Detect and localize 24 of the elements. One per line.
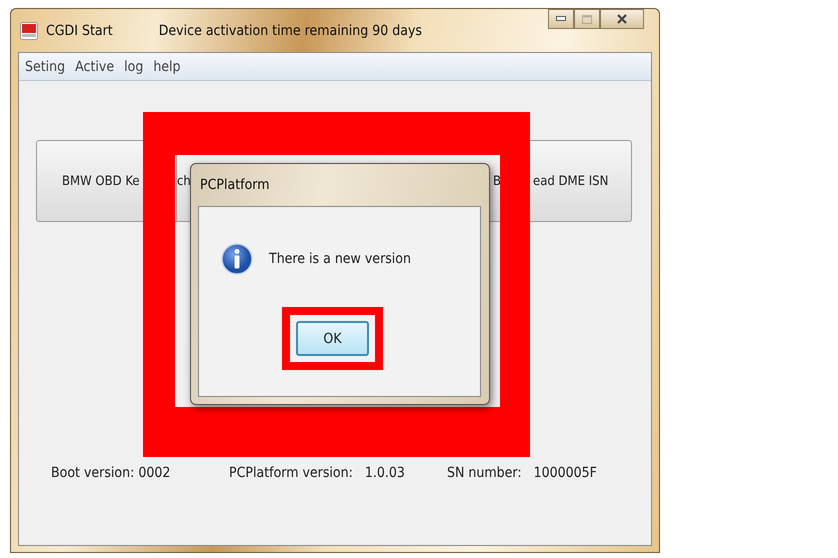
status-label: Boot version: 0002 bbox=[51, 465, 170, 481]
menu-item[interactable]: help bbox=[153, 58, 181, 74]
maximize-icon bbox=[582, 14, 592, 24]
status-value: 1000005F bbox=[534, 465, 597, 481]
menu-item[interactable]: Seting bbox=[25, 58, 66, 74]
ok-button[interactable]: OK bbox=[296, 321, 369, 356]
activation-notice: Device activation time remaining 90 days bbox=[158, 22, 422, 38]
function-button[interactable]: B bbox=[491, 141, 501, 221]
function-button[interactable]: ead DME ISN bbox=[531, 141, 631, 221]
close-icon bbox=[617, 14, 627, 24]
function-button[interactable]: BMW OBD Ke bbox=[37, 141, 176, 221]
dialog-title: PCPlatform bbox=[199, 176, 270, 195]
menu-item[interactable]: log bbox=[124, 58, 144, 74]
status-label: PCPlatform version: bbox=[229, 465, 353, 481]
app-icon bbox=[20, 22, 38, 40]
close-button[interactable] bbox=[600, 9, 644, 29]
minimize-icon bbox=[556, 16, 566, 22]
dialog-message: There is a new version bbox=[269, 251, 411, 267]
info-icon bbox=[221, 243, 253, 275]
minimize-button[interactable] bbox=[548, 9, 574, 29]
status-value: 1.0.03 bbox=[364, 465, 405, 481]
menu-item[interactable]: Active bbox=[75, 58, 114, 74]
window-title: CGDI Start bbox=[46, 22, 113, 38]
status-label: SN number: bbox=[447, 465, 522, 481]
